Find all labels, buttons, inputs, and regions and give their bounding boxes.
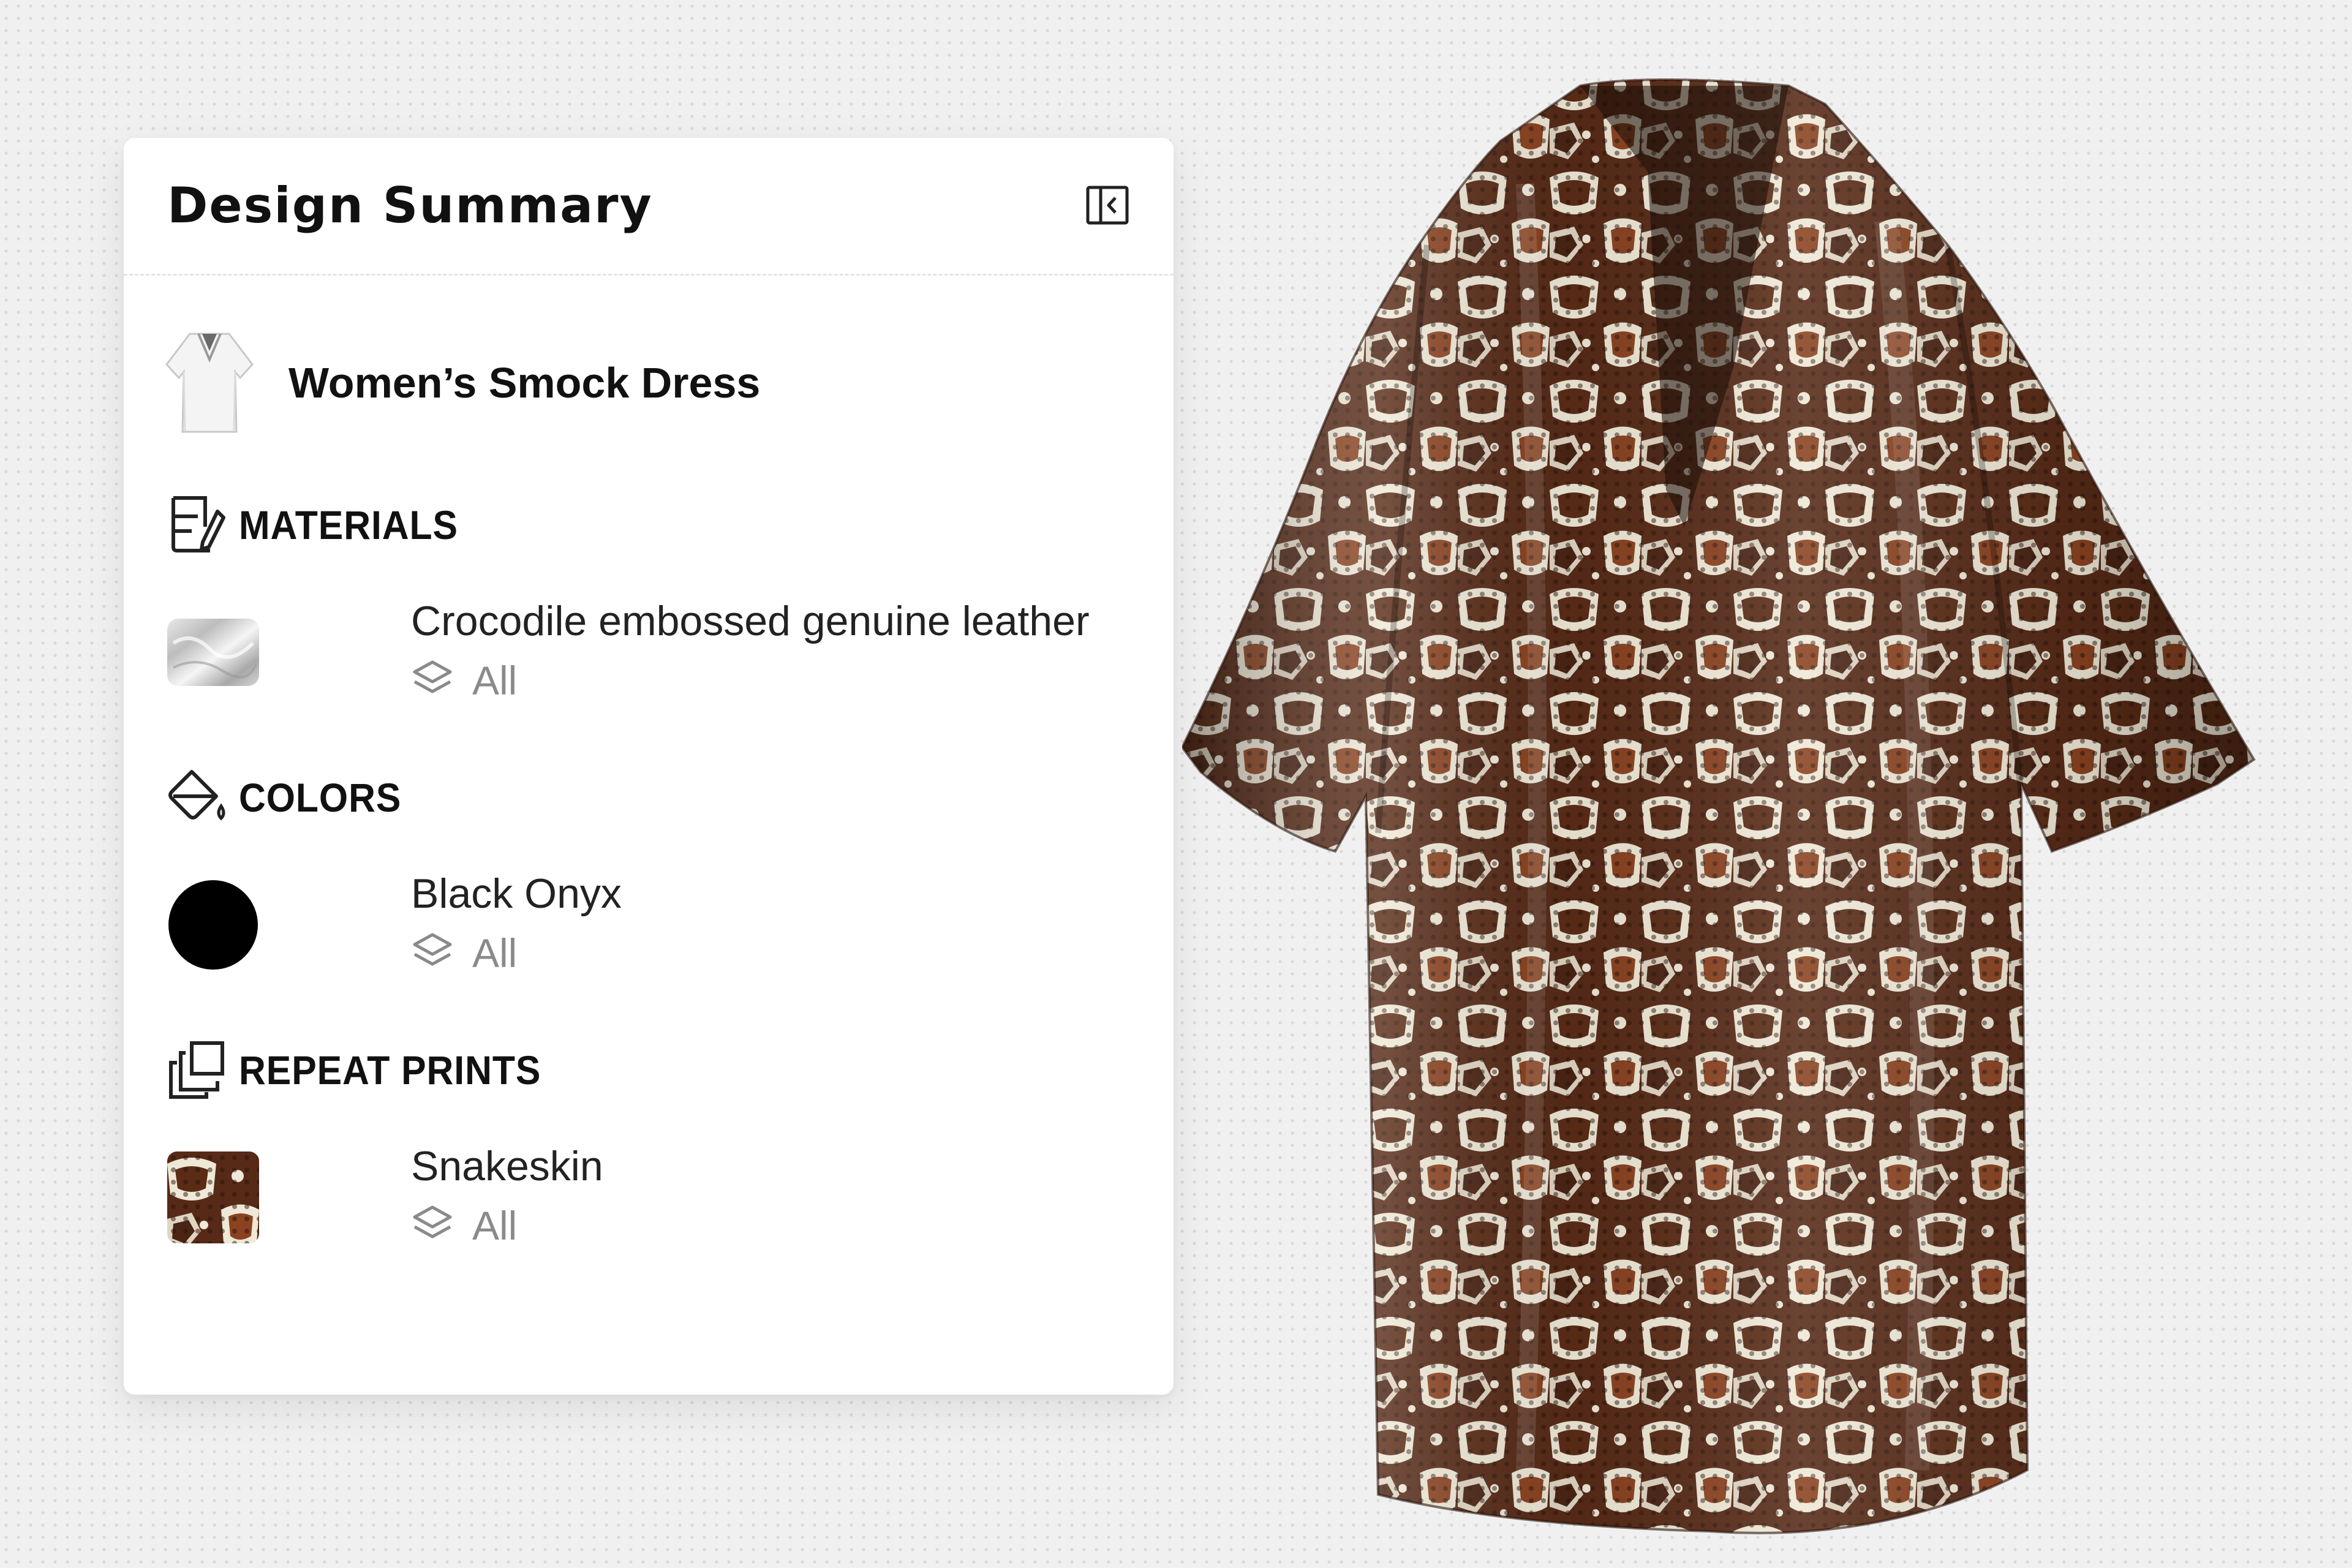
layers-icon [413,1205,452,1238]
color-item[interactable]: Black Onyx All [167,870,1123,980]
materials-label: MATERIALS [239,502,458,548]
repeat-prints-section-header: REPEAT PRINTS [167,1038,1086,1099]
materials-icon [172,496,225,552]
materials-section-header: MATERIALS [167,493,1086,554]
colors-section-header: COLORS [167,766,1086,827]
panel-header: Design Summary [124,138,1174,276]
paint-bucket-icon [168,770,225,821]
print-name: Snakeskin [411,1143,603,1189]
snakeskin-swatch [167,1152,259,1243]
material-item[interactable]: Crocodile embossed genuine leather All [167,597,1123,707]
dress-thumbnail-icon [165,333,254,433]
color-name: Black Onyx [411,870,622,917]
collapse-panel-button[interactable] [1084,182,1131,228]
repeat-prints-icon [169,1041,224,1099]
colors-label: COLORS [239,775,402,820]
panel-title: Design Summary [167,177,653,234]
product-name: Women’s Smock Dress [288,359,761,407]
layers-icon [413,933,452,966]
layers-icon [413,660,452,693]
product-row: Women’s Smock Dress [160,322,1079,444]
silver-leather-swatch [167,619,259,686]
sidebar-collapse-icon [1086,186,1129,225]
garment-3d-preview[interactable] [1182,61,2303,1556]
dress-body [1182,80,2254,1533]
scope-label: All [472,658,518,703]
scope-label: All [472,1203,518,1248]
color-swatch [168,880,258,970]
design-summary-panel: Design Summary Women’s Smock Dress MATER… [124,138,1174,1395]
print-item[interactable]: Snakeskin All [167,1142,1123,1253]
repeat-prints-label: REPEAT PRINTS [239,1047,541,1093]
material-name: Crocodile embossed genuine leather [411,598,1090,644]
scope-label: All [472,930,518,976]
